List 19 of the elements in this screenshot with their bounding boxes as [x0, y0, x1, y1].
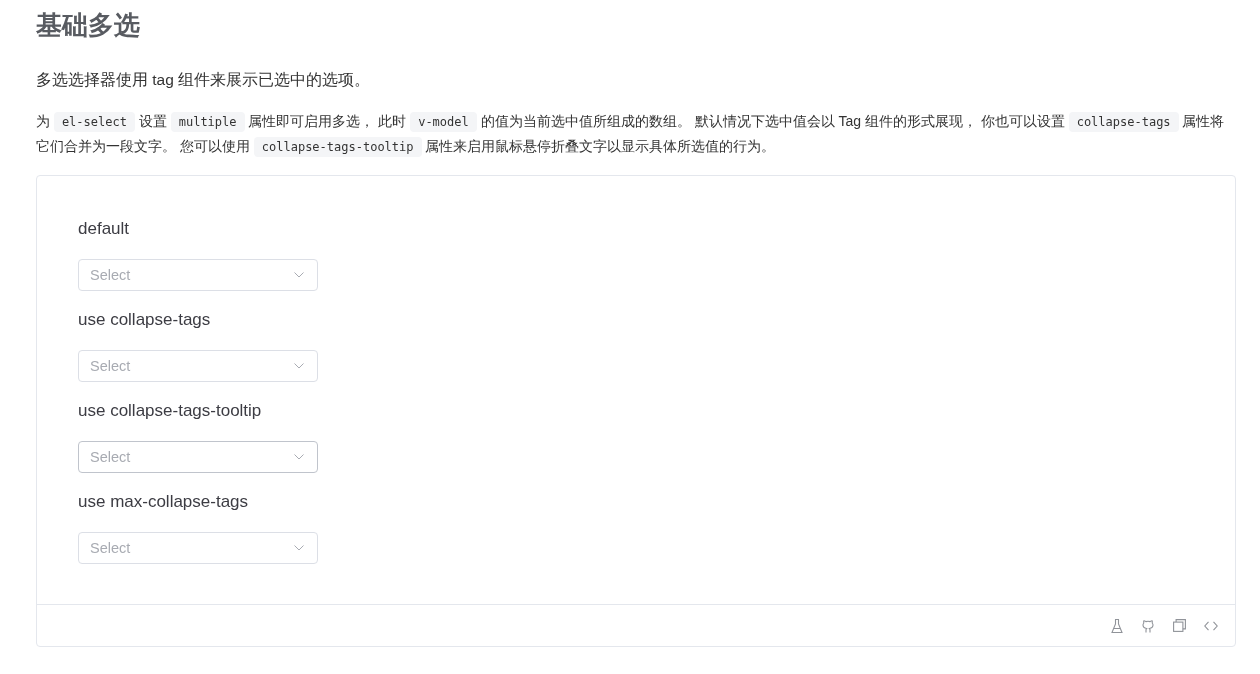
select-field[interactable]: Select [78, 259, 318, 291]
description-text: 为 el-select 设置 multiple 属性即可启用多选， 此时 v-model 的值为当前选中值所组成的数组。 默认情况下选中值会以 Tag 组件的形式展现， 你也可以设置 collapse-tags 属性将它们合并为一段文字。 您可以使用 collapse-tags-tooltip 属性来启用鼠标悬停折叠文字以显示具体所选值的行为。 [36, 109, 1236, 159]
intro-text: 多选选择器使用 tag 组件来展示已选中的选项。 [36, 70, 372, 90]
copy-icon[interactable] [1173, 619, 1186, 632]
select-field[interactable]: Select [78, 532, 318, 564]
chevron-down-icon [294, 363, 304, 369]
demo-label: use collapse-tags-tooltip [78, 400, 262, 422]
select-field[interactable]: Select [78, 441, 318, 473]
code-icon[interactable] [1204, 620, 1218, 631]
section-heading: 基础多选 [36, 9, 141, 42]
chevron-down-icon [294, 454, 304, 460]
github-icon[interactable] [1141, 618, 1155, 633]
demo-label: use max-collapse-tags [78, 491, 249, 513]
chevron-down-icon [294, 272, 304, 278]
demo-label: default [78, 218, 130, 240]
select-field[interactable]: Select [78, 350, 318, 382]
demo-label: use collapse-tags [78, 309, 211, 331]
flask-icon[interactable] [1111, 618, 1123, 633]
chevron-down-icon [294, 545, 304, 551]
